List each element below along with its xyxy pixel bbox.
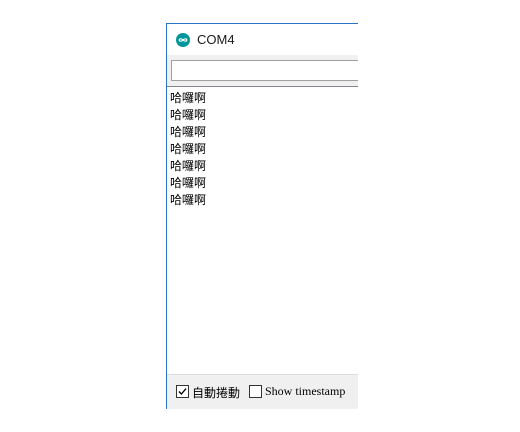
timestamp-checkbox[interactable] (249, 385, 262, 398)
window-title: COM4 (197, 32, 235, 47)
send-input[interactable] (171, 60, 358, 81)
output-line: 哈囉啊 (170, 193, 207, 207)
output-line: 哈囉啊 (170, 125, 207, 139)
title-bar[interactable]: COM4 (167, 24, 358, 55)
autoscroll-checkbox[interactable] (176, 385, 189, 398)
serial-output-area[interactable]: 哈囉啊 哈囉啊 哈囉啊 哈囉啊 哈囉啊 哈囉啊 哈囉啊 (167, 86, 358, 375)
output-line: 哈囉啊 (170, 91, 207, 105)
output-line: 哈囉啊 (170, 108, 207, 122)
autoscroll-label[interactable]: 自動捲動 (192, 384, 240, 401)
checkmark-icon (178, 388, 187, 395)
serial-monitor-window: COM4 哈囉啊 哈囉啊 哈囉啊 哈囉啊 哈囉啊 哈囉啊 哈囉啊 自動捲動 Sh… (166, 23, 358, 409)
output-line: 哈囉啊 (170, 159, 207, 173)
footer-bar: 自動捲動 Show timestamp (167, 375, 358, 409)
arduino-infinity-icon (176, 33, 190, 47)
output-line: 哈囉啊 (170, 176, 207, 190)
output-line: 哈囉啊 (170, 142, 207, 156)
timestamp-label[interactable]: Show timestamp (265, 384, 345, 399)
